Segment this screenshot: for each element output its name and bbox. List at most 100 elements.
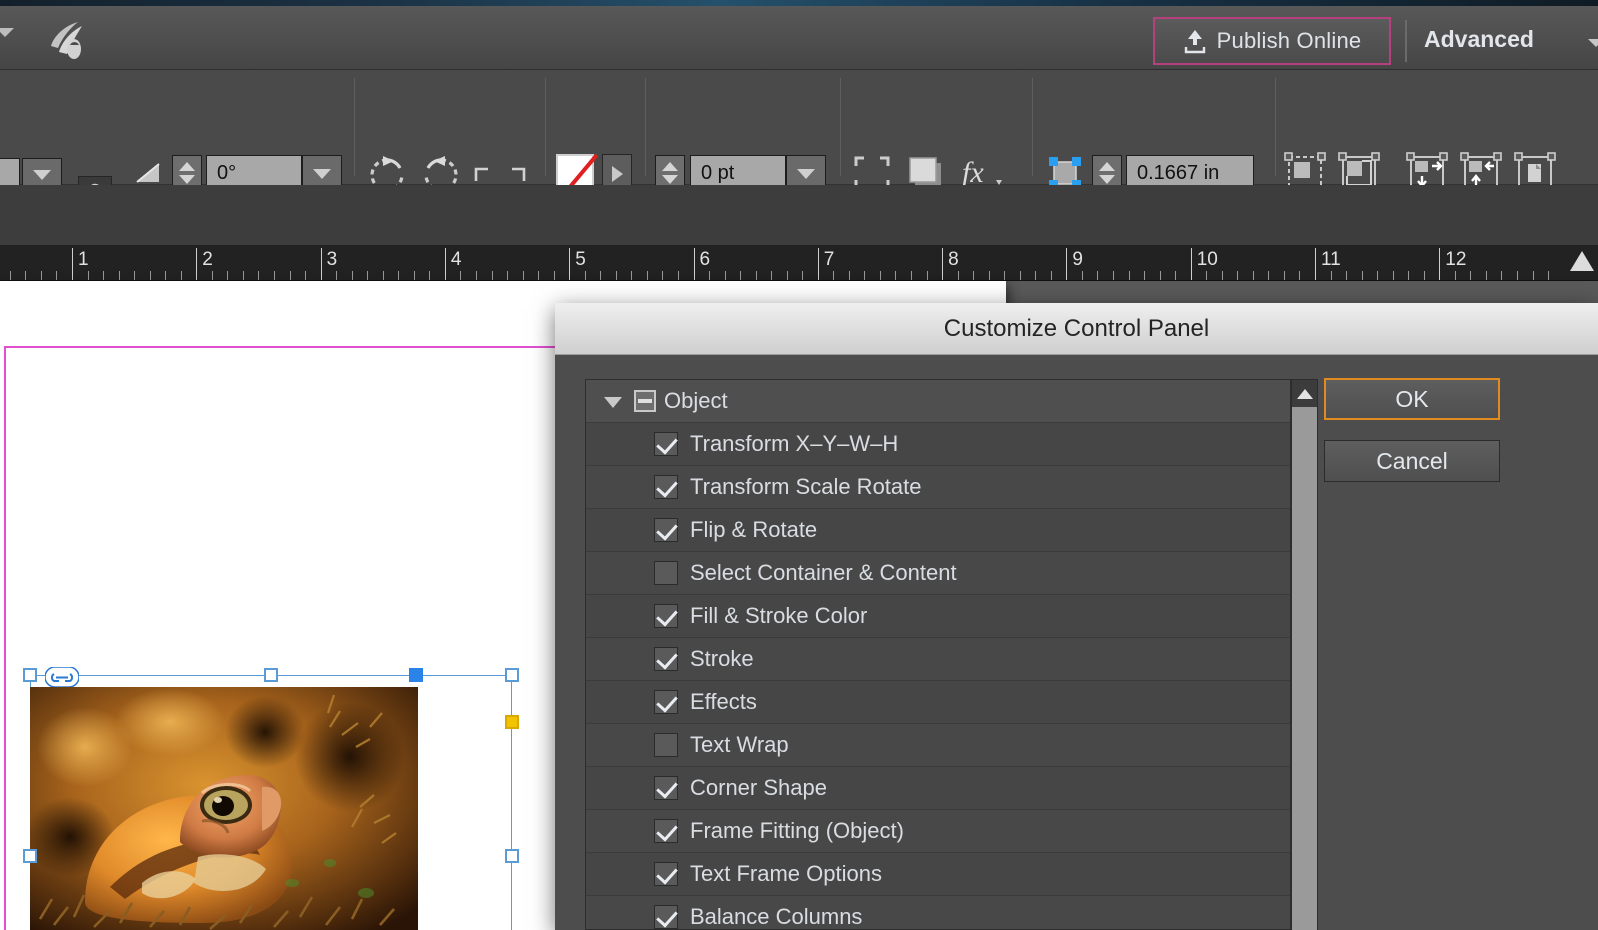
ruler-minor-tick	[180, 271, 182, 280]
triangle-down-icon[interactable]	[604, 397, 622, 408]
chevron-down-icon[interactable]	[1588, 39, 1598, 47]
item-checkbox[interactable]	[654, 604, 678, 628]
ruler-minor-tick	[429, 271, 431, 280]
list-item-label: Fill & Stroke Color	[690, 603, 868, 628]
ruler-minor-tick	[646, 271, 648, 280]
list-item[interactable]: Text Frame Options	[586, 853, 1290, 896]
scroll-up-arrow-icon[interactable]	[1292, 380, 1317, 407]
list-item[interactable]: Fill & Stroke Color	[586, 595, 1290, 638]
ruler-minor-tick	[538, 271, 540, 280]
list-item[interactable]: Flip & Rotate	[586, 509, 1290, 552]
indesign-rocket-icon	[51, 22, 82, 59]
ruler-label: 4	[450, 249, 462, 270]
control-panel: 0° 0°	[0, 70, 1598, 249]
item-checkbox[interactable]	[654, 432, 678, 456]
ruler-minor-tick	[911, 271, 913, 280]
list-item[interactable]: Text Wrap	[586, 724, 1290, 767]
item-checkbox[interactable]	[654, 862, 678, 886]
ruler-minor-tick	[848, 271, 850, 280]
item-checkbox[interactable]	[654, 647, 678, 671]
scrollbar-thumb[interactable]	[1292, 407, 1317, 930]
ruler-minor-tick	[1050, 271, 1052, 280]
ruler-minor-tick	[305, 271, 307, 280]
ruler-minor-tick	[40, 271, 42, 280]
item-checkbox[interactable]	[654, 475, 678, 499]
ruler-major-tick	[942, 248, 944, 280]
list-item-label: Frame Fitting (Object)	[690, 818, 904, 843]
ruler-minor-tick	[600, 271, 602, 280]
ruler-major-tick	[693, 248, 695, 280]
item-checkbox[interactable]	[654, 776, 678, 800]
control-panel-items-list[interactable]: Object Transform X–Y–W–H Transform Scale R…	[585, 379, 1291, 930]
ruler-minor-tick	[1237, 271, 1239, 280]
ruler-label: 3	[326, 249, 338, 270]
item-checkbox[interactable]	[654, 561, 678, 585]
ruler-minor-tick	[786, 271, 788, 280]
list-item[interactable]: Balance Columns	[586, 896, 1290, 929]
ruler-minor-tick	[258, 271, 260, 280]
ruler-minor-tick	[367, 271, 369, 280]
horizontal-ruler[interactable]: 1 2 3 4 5 6 7 8 9 10 11 12	[0, 245, 1598, 281]
list-group-object[interactable]: Object	[586, 380, 1290, 423]
ruler-minor-tick	[1113, 271, 1114, 280]
list-item-label: Corner Shape	[690, 775, 827, 800]
partial-check-icon[interactable]	[634, 390, 656, 412]
customize-control-panel-dialog: Customize Control Panel Object Transform …	[555, 303, 1598, 930]
ruler-minor-tick	[1470, 271, 1472, 280]
selection-handle-ml[interactable]	[23, 849, 37, 863]
ruler-minor-tick	[973, 271, 975, 280]
publish-online-button[interactable]: Publish Online	[1153, 17, 1391, 65]
ruler-minor-tick	[382, 271, 384, 280]
ruler-minor-tick	[553, 271, 555, 280]
list-item[interactable]: Stroke	[586, 638, 1290, 681]
ruler-label: 7	[823, 249, 835, 270]
ruler-minor-tick	[103, 271, 105, 280]
item-checkbox[interactable]	[654, 518, 678, 542]
list-item[interactable]: Corner Shape	[586, 767, 1290, 810]
selection-handle-mr[interactable]	[505, 849, 519, 863]
ruler-major-tick	[569, 248, 571, 280]
corner-radius-handle[interactable]	[505, 715, 519, 729]
ruler-major-tick	[196, 248, 198, 280]
ruler-minor-tick	[242, 271, 244, 280]
frog-photo[interactable]	[30, 687, 418, 930]
cancel-button[interactable]: Cancel	[1324, 440, 1500, 482]
ruler-minor-tick	[926, 271, 928, 280]
selection-handle-tc[interactable]	[264, 668, 278, 682]
ruler-minor-tick	[1454, 271, 1456, 280]
list-item[interactable]: Transform Scale Rotate	[586, 466, 1290, 509]
ruler-minor-tick	[1206, 271, 1208, 280]
workspace-switcher-label[interactable]: Advanced	[1424, 26, 1534, 53]
ruler-minor-tick	[1392, 271, 1394, 280]
selection-handle-tr[interactable]	[505, 668, 519, 682]
list-item[interactable]: Select Container & Content	[586, 552, 1290, 595]
ruler-label: 5	[575, 249, 586, 270]
ruler-minor-tick	[1346, 271, 1348, 280]
list-item-label: Stroke	[690, 646, 754, 671]
ruler-minor-tick	[522, 271, 524, 280]
item-checkbox[interactable]	[654, 905, 678, 929]
ruler-minor-tick	[1408, 271, 1410, 280]
ruler-minor-tick	[584, 271, 586, 280]
ruler-minor-tick	[864, 271, 866, 280]
list-item[interactable]: Transform X–Y–W–H	[586, 423, 1290, 466]
ruler-minor-tick	[988, 271, 990, 280]
list-scrollbar[interactable]	[1291, 379, 1318, 930]
selection-handle-active[interactable]	[409, 668, 423, 682]
list-item[interactable]: Effects	[586, 681, 1290, 724]
item-checkbox[interactable]	[654, 733, 678, 757]
ruler-minor-tick	[755, 271, 757, 280]
ok-button[interactable]: OK	[1324, 378, 1500, 420]
item-checkbox[interactable]	[654, 819, 678, 843]
ruler-minor-tick	[957, 271, 959, 280]
ruler-minor-tick	[1175, 271, 1177, 280]
ruler-major-tick	[444, 248, 446, 280]
item-checkbox[interactable]	[654, 690, 678, 714]
list-item[interactable]: Frame Fitting (Object)	[586, 810, 1290, 853]
ruler-major-tick	[72, 248, 73, 280]
selection-handle-tl[interactable]	[23, 668, 37, 682]
ruler-minor-tick	[475, 271, 477, 280]
linked-content-icon[interactable]	[45, 667, 79, 687]
ruler-minor-tick	[9, 271, 11, 280]
app-menu-caret-icon[interactable]	[0, 28, 14, 37]
